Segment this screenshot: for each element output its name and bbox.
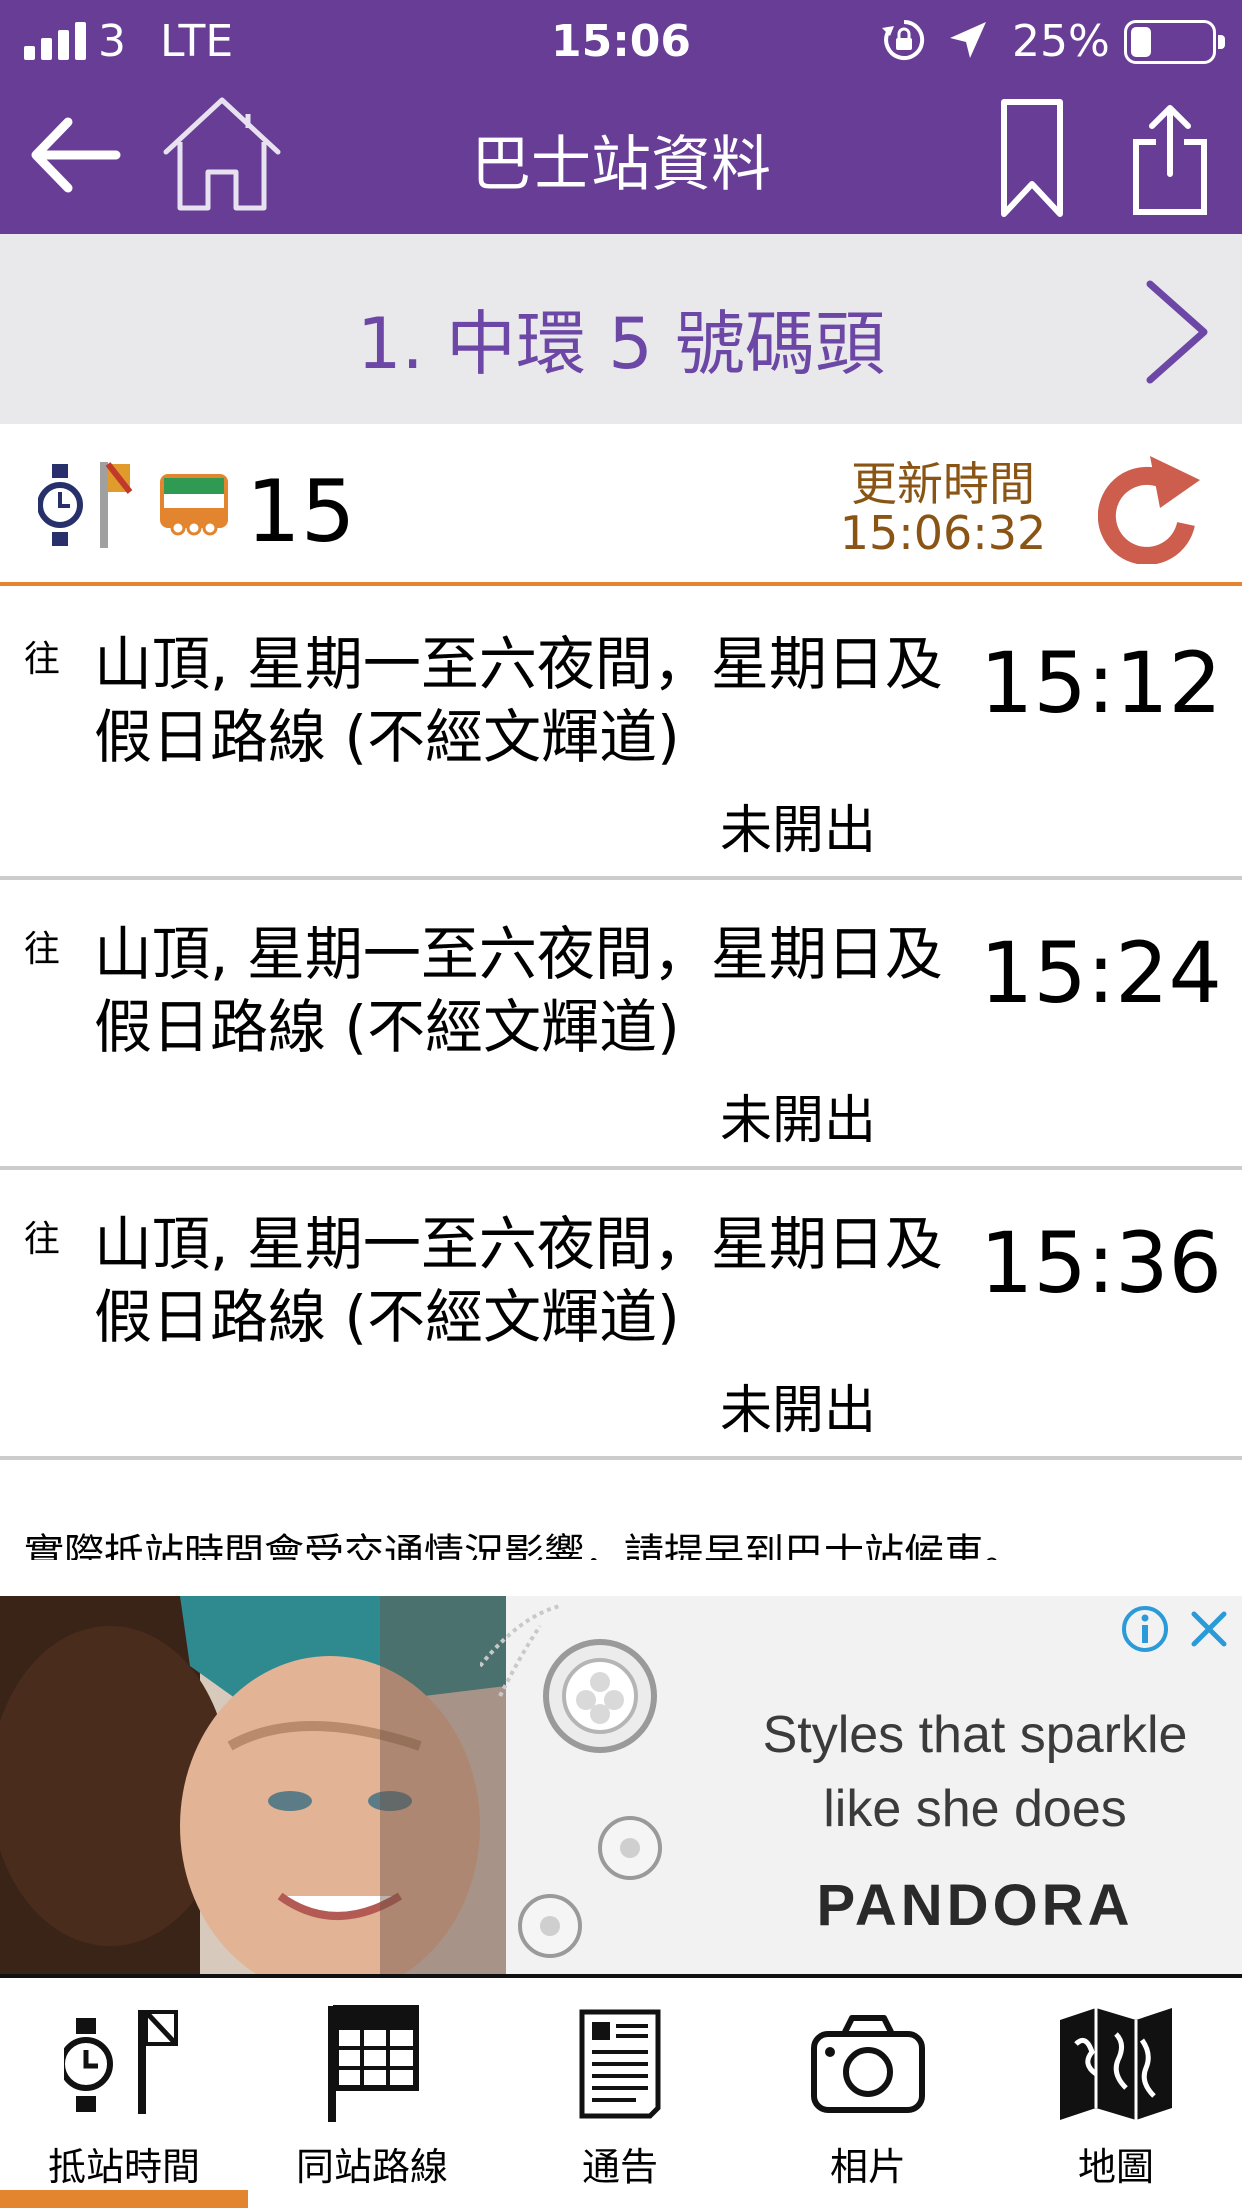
status-bar: 3 LTE 15:06 25% — [0, 0, 1242, 84]
arrival-notice: 實際抵站時間會受交通情況影響，請提早到巴士站候車。 — [24, 1531, 1024, 1560]
eta-clock-flag-icon — [38, 462, 133, 548]
arrival-status: 未開出 — [720, 1381, 877, 1441]
direction-label: 往 — [24, 639, 61, 680]
tab-label: 抵站時間 — [47, 2145, 200, 2189]
ad-headline: Styles that sparkle like she does — [720, 1698, 1230, 1846]
tab-same-stop-routes[interactable]: 同站路線 — [248, 1978, 496, 2208]
home-icon[interactable] — [160, 94, 284, 214]
rotation-lock-icon — [882, 19, 925, 60]
arrival-status: 未開出 — [720, 1091, 877, 1151]
tab-notices[interactable]: 通告 — [496, 1978, 744, 2208]
top-bar: 3 LTE 15:06 25% 巴士站資料 — [0, 0, 1242, 234]
route-board-icon — [328, 2005, 419, 2122]
bookmark-icon[interactable] — [1000, 98, 1064, 220]
camera-icon — [811, 2015, 925, 2113]
page-title: 巴士站資料 — [471, 130, 771, 200]
arrival-row[interactable]: 往 山頂, 星期一至六夜間，星期日及假日路線 (不經文輝道) 15:24 未開出 — [0, 880, 1242, 1170]
refresh-icon[interactable] — [1098, 446, 1208, 564]
eta-clock-flag-icon — [64, 2010, 178, 2114]
tab-bar: 抵站時間 同站路線 通告 相片 地圖 — [0, 1974, 1242, 2208]
route-number: 15 — [246, 462, 356, 562]
arrival-row[interactable]: 往 山頂, 星期一至六夜間，星期日及假日路線 (不經文輝道) 15:36 未開出 — [0, 1170, 1242, 1460]
chevron-right-icon[interactable] — [1142, 278, 1212, 386]
battery-percentage: 25% — [1012, 16, 1110, 67]
direction-label: 往 — [24, 1219, 61, 1260]
route-bar: 15 更新時間 15:06:32 — [0, 424, 1242, 586]
arrival-status: 未開出 — [720, 801, 877, 861]
stop-name: 1. 中環 5 號碼頭 — [356, 303, 886, 385]
bus-icon — [160, 474, 228, 536]
destination-text: 山頂, 星期一至六夜間，星期日及假日路線 (不經文輝道) — [94, 920, 943, 1061]
battery-icon — [1124, 20, 1225, 64]
arrival-time: 15:36 — [979, 1214, 1222, 1312]
ad-headline-line1: Styles that sparkle — [762, 1706, 1188, 1764]
tab-label: 相片 — [829, 2145, 906, 2189]
tab-label: 同站路線 — [295, 2145, 448, 2189]
tab-label: 通告 — [581, 2145, 658, 2189]
ad-headline-line2: like she does — [823, 1780, 1127, 1838]
ad-info-icon[interactable] — [1120, 1604, 1170, 1654]
tab-arrival-time[interactable]: 抵站時間 — [0, 1978, 248, 2208]
destination-text: 山頂, 星期一至六夜間，星期日及假日路線 (不經文輝道) — [94, 630, 943, 771]
tab-map[interactable]: 地圖 — [992, 1978, 1240, 2208]
tab-photos[interactable]: 相片 — [744, 1978, 992, 2208]
notice-document-icon — [579, 2009, 661, 2119]
map-icon — [1060, 2008, 1172, 2120]
direction-label: 往 — [24, 929, 61, 970]
arrival-row[interactable]: 往 山頂, 星期一至六夜間，星期日及假日路線 (不經文輝道) 15:12 未開出 — [0, 590, 1242, 880]
ad-couple-photo — [0, 1596, 506, 1974]
location-arrow-icon — [950, 22, 986, 58]
update-time-value: 15:06:32 — [839, 506, 1047, 560]
ad-brand-logo: PANDORA — [816, 1873, 1134, 1938]
back-arrow-icon[interactable] — [28, 114, 122, 196]
ad-banner[interactable]: Styles that sparkle like she does PANDOR… — [0, 1596, 1242, 1974]
update-time-label: 更新時間 — [851, 457, 1035, 511]
destination-text: 山頂, 星期一至六夜間，星期日及假日路線 (不經文輝道) — [94, 1210, 943, 1351]
stop-header: 1. 中環 5 號碼頭 — [0, 234, 1242, 424]
close-icon[interactable] — [1186, 1606, 1232, 1652]
tab-selected-indicator — [0, 2190, 248, 2208]
tab-label: 地圖 — [1077, 2145, 1154, 2189]
share-icon[interactable] — [1130, 102, 1210, 216]
ad-jewelry-image — [480, 1604, 662, 1958]
arrival-time: 15:24 — [979, 924, 1222, 1022]
arrival-time: 15:12 — [979, 634, 1222, 732]
